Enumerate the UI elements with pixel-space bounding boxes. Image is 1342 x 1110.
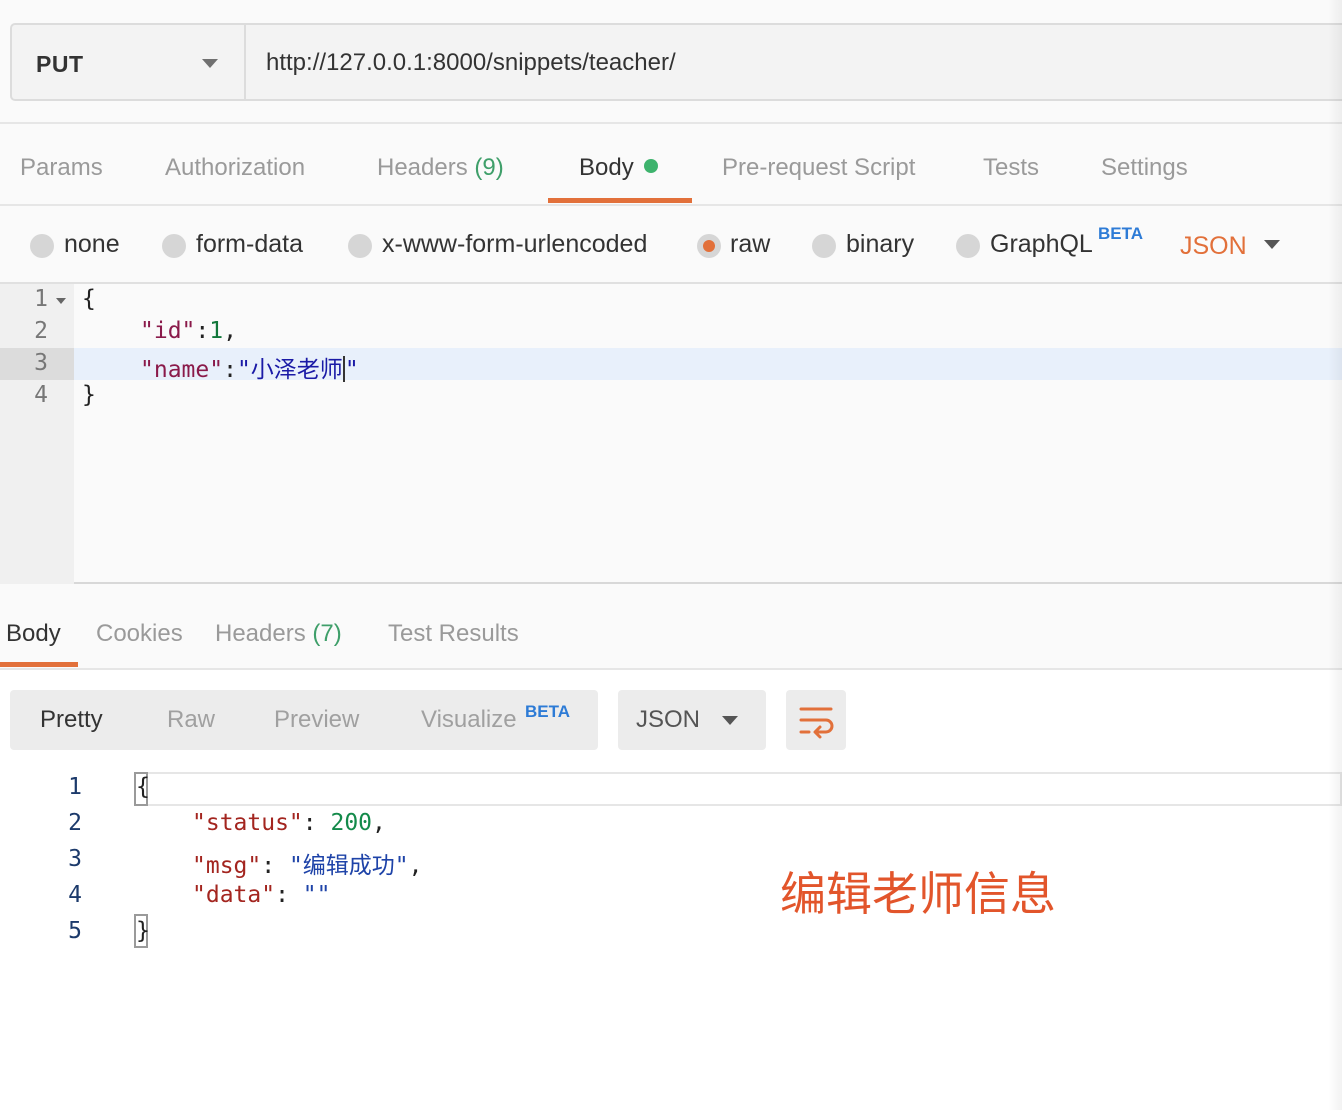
code-line: "msg": "编辑成功",: [192, 853, 423, 879]
line-number: 3: [34, 350, 48, 376]
code-line: "status": 200,: [192, 810, 386, 836]
annotation-text: 编辑老师信息: [780, 867, 1056, 921]
method-select[interactable]: PUT: [10, 23, 244, 101]
response-format-label: JSON: [636, 706, 701, 733]
line-number: 2: [68, 810, 82, 836]
active-tab-indicator: [548, 198, 692, 203]
radio-binary-label: binary: [846, 230, 915, 258]
line-number: 2: [34, 318, 48, 344]
radio-form-data-label: form-data: [196, 230, 303, 258]
json-number: 1: [209, 318, 224, 344]
request-bar: PUT http://127.0.0.1:8000/snippets/teach…: [0, 0, 1342, 124]
view-raw-button[interactable]: Raw: [167, 706, 215, 734]
radio-form-data[interactable]: [162, 234, 186, 258]
line-number: 1: [68, 774, 82, 800]
json-key: "status": [192, 810, 303, 836]
tab-test-results[interactable]: Test Results: [388, 620, 519, 648]
fold-arrow-icon[interactable]: [56, 298, 66, 304]
response-tabs: Body Cookies Headers (7) Test Results: [0, 584, 1342, 670]
code-line: {: [136, 774, 150, 800]
tab-headers-label: Headers: [377, 154, 468, 181]
json-string: "编辑成功": [288, 853, 409, 879]
tab-response-headers-count: (7): [312, 620, 342, 647]
chevron-down-icon: [202, 59, 218, 68]
graphql-beta-badge: BETA: [1098, 224, 1144, 243]
code-line: "id":1,: [140, 318, 237, 344]
response-format-select[interactable]: JSON: [618, 690, 766, 750]
url-input[interactable]: http://127.0.0.1:8000/snippets/teacher/: [244, 23, 1342, 101]
view-mode-group: Pretty Raw Preview Visualize BETA: [10, 690, 598, 750]
tab-tests[interactable]: Tests: [983, 154, 1039, 182]
edge-shadow: [1328, 0, 1342, 1110]
tab-body[interactable]: Body: [579, 154, 658, 182]
method-label: PUT: [36, 51, 84, 77]
view-pretty-button[interactable]: Pretty: [40, 706, 103, 734]
tab-authorization[interactable]: Authorization: [165, 154, 305, 182]
radio-urlencoded-label: x-www-form-urlencoded: [382, 230, 648, 258]
json-key: "name": [140, 357, 224, 383]
response-body-viewer[interactable]: 1 2 3 4 5 { "status": 200, "msg": "编辑成功"…: [0, 770, 1342, 1110]
tab-cookies[interactable]: Cookies: [96, 620, 183, 648]
radio-graphql-label: GraphQL: [990, 230, 1093, 258]
code-line: }: [82, 382, 96, 408]
json-string: "小泽老师: [236, 357, 343, 383]
tab-body-label: Body: [579, 154, 634, 181]
code-line: }: [136, 918, 150, 944]
line-number: 3: [68, 846, 82, 872]
radio-raw-label: raw: [730, 230, 771, 258]
radio-binary[interactable]: [812, 234, 836, 258]
tab-response-headers-label: Headers: [215, 620, 306, 647]
tab-headers-count: (9): [474, 154, 504, 181]
tab-params[interactable]: Params: [20, 154, 103, 182]
line-number: 5: [68, 918, 82, 944]
json-key: "id": [140, 318, 196, 344]
radio-urlencoded[interactable]: [348, 234, 372, 258]
active-tab-indicator: [0, 662, 78, 667]
tab-pre-request-script[interactable]: Pre-request Script: [722, 154, 915, 182]
code-line: {: [82, 286, 96, 312]
radio-graphql[interactable]: [956, 234, 980, 258]
radio-none-label: none: [64, 230, 120, 258]
view-visualize-button[interactable]: Visualize: [421, 706, 517, 734]
code-line: "data": "": [192, 882, 331, 908]
tab-settings[interactable]: Settings: [1101, 154, 1188, 182]
url-text: http://127.0.0.1:8000/snippets/teacher/: [266, 49, 676, 76]
line-number: 4: [34, 382, 48, 408]
wrap-lines-icon: [799, 707, 834, 739]
request-body-editor[interactable]: 1 2 3 4 { "id":1, "name":"小泽老师" }: [0, 284, 1342, 584]
radio-raw[interactable]: [697, 234, 721, 258]
json-key: "msg": [192, 853, 262, 879]
chevron-down-icon: [722, 716, 738, 725]
wrap-lines-button[interactable]: [786, 690, 846, 750]
view-preview-button[interactable]: Preview: [274, 706, 359, 734]
json-number: 200: [330, 810, 373, 836]
chevron-down-icon[interactable]: [1264, 240, 1280, 249]
tab-headers[interactable]: Headers (9): [377, 154, 504, 182]
json-string: "": [302, 882, 331, 908]
body-format-select[interactable]: JSON: [1180, 232, 1247, 261]
json-key: "data": [192, 882, 276, 908]
status-dot-icon: [643, 159, 658, 173]
visualize-beta-badge: BETA: [525, 702, 571, 721]
json-string-end: ": [344, 357, 359, 383]
request-tabs: Params Authorization Headers (9) Body Pr…: [0, 124, 1342, 206]
line-number: 1: [34, 286, 48, 312]
line-number: 4: [68, 882, 82, 908]
body-type-row: none form-data x-www-form-urlencoded raw…: [0, 206, 1342, 284]
active-line-highlight: [134, 772, 1342, 806]
radio-none[interactable]: [30, 234, 54, 258]
code-line: "name":"小泽老师": [140, 356, 359, 383]
tab-response-body[interactable]: Body: [6, 620, 61, 648]
tab-response-headers[interactable]: Headers (7): [215, 620, 342, 648]
